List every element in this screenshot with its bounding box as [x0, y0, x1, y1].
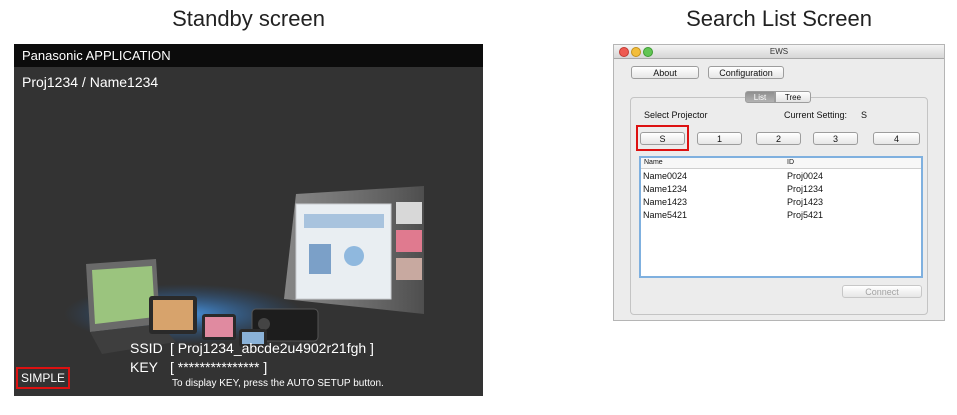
app-title: Panasonic APPLICATION	[14, 44, 483, 67]
ssid-label: SSID	[130, 340, 163, 356]
minimize-window-icon[interactable]	[631, 47, 641, 57]
standby-screen-caption: Standby screen	[172, 6, 325, 31]
row-name: Name1423	[643, 197, 688, 207]
select-projector-label: Select Projector	[644, 110, 708, 120]
column-name-header[interactable]: Name	[644, 158, 663, 168]
slot-2-button[interactable]: 2	[756, 132, 801, 145]
current-setting-label: Current Setting:	[784, 110, 848, 120]
simple-mode-button[interactable]: SIMPLE	[16, 367, 70, 389]
tab-list[interactable]: List	[745, 91, 775, 103]
row-name: Name0024	[643, 171, 688, 181]
row-id: Proj1423	[787, 197, 824, 207]
list-header: Name ID	[641, 158, 921, 169]
window-title: EWS	[614, 45, 944, 59]
zoom-window-icon[interactable]	[643, 47, 653, 57]
key-hint: To display KEY, press the AUTO SETUP but…	[172, 378, 384, 389]
row-id: Proj0024	[787, 171, 824, 181]
current-setting-value: S	[861, 110, 868, 120]
project-name: Proj1234 / Name1234	[22, 74, 159, 90]
projector-list[interactable]: Name ID Name0024 Proj0024 Name1234 Proj1…	[639, 156, 923, 278]
selected-slot-highlight	[636, 125, 689, 151]
row-name: Name1234	[643, 184, 688, 194]
slot-4-button[interactable]: 4	[873, 132, 920, 145]
row-id: Proj1234	[787, 184, 824, 194]
ssid-value: [ Proj1234_abcde2u4902r21fgh ]	[170, 340, 374, 356]
configuration-button[interactable]: Configuration	[708, 66, 784, 79]
key-label: KEY	[130, 359, 159, 375]
slot-3-button[interactable]: 3	[813, 132, 858, 145]
connect-button[interactable]: Connect	[842, 285, 922, 298]
ews-window: EWS About Configuration List Tree Select…	[613, 44, 945, 321]
tab-tree[interactable]: Tree	[775, 91, 811, 103]
about-button[interactable]: About	[631, 66, 699, 79]
row-id: Proj5421	[787, 210, 824, 220]
search-list-caption: Search List Screen	[686, 6, 872, 31]
row-name: Name5421	[643, 210, 688, 220]
column-id-header[interactable]: ID	[787, 158, 794, 168]
slot-1-button[interactable]: 1	[697, 132, 742, 145]
close-window-icon[interactable]	[619, 47, 629, 57]
standby-screen: Panasonic APPLICATION Proj1234 / Name123…	[14, 44, 483, 396]
key-value: [ *************** ]	[170, 359, 268, 375]
